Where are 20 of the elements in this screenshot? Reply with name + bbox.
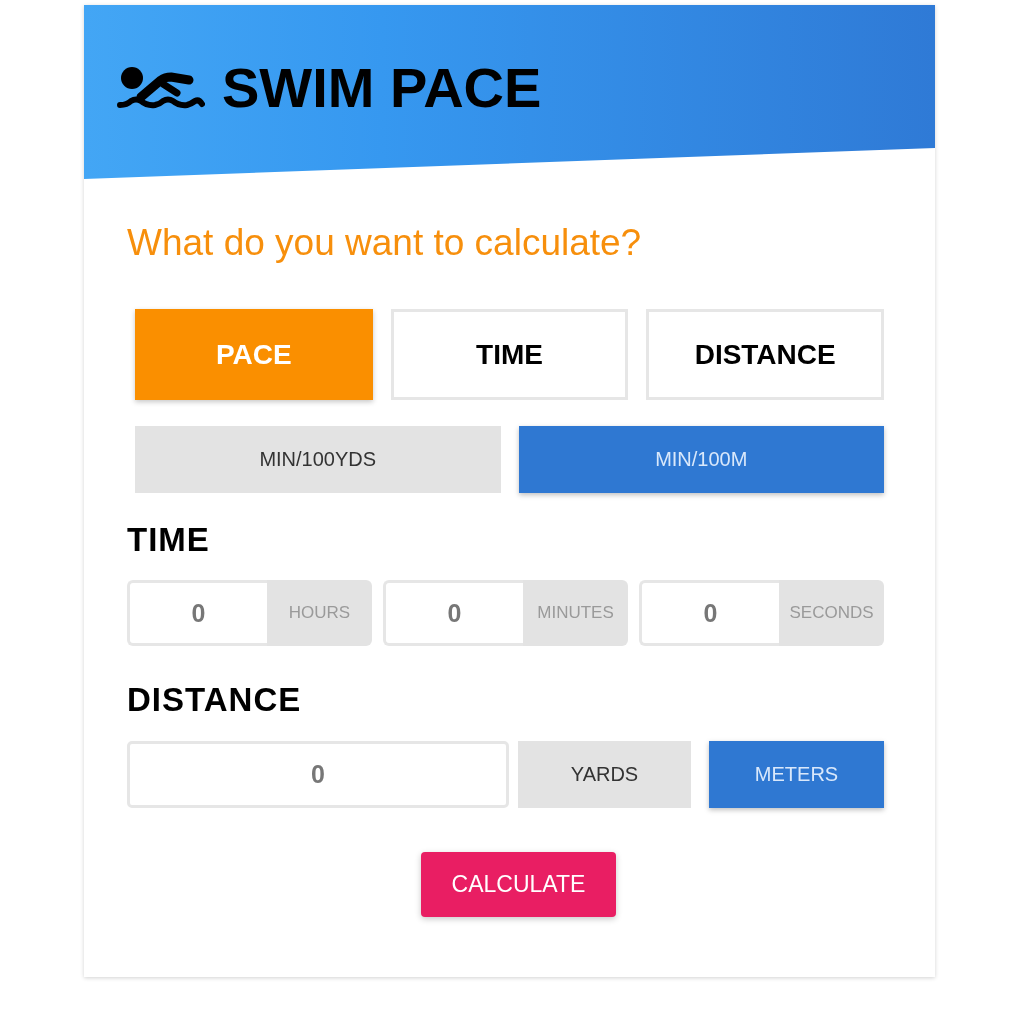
mode-tab[interactable]: DISTANCE — [646, 309, 884, 400]
swimmer-icon — [117, 65, 205, 110]
question-heading: What do you want to calculate? — [127, 221, 643, 265]
distance-input-field[interactable]: 0 — [127, 741, 509, 808]
distance-unit-button[interactable]: YARDS — [518, 741, 691, 808]
time-input-field[interactable]: 0 — [127, 580, 267, 646]
pace-unit-button[interactable]: MIN/100M — [518, 426, 884, 493]
pace-unit-button[interactable]: MIN/100YDS — [135, 426, 501, 493]
app-title: SWIM PACE — [222, 55, 542, 120]
mode-tab[interactable]: TIME — [390, 309, 629, 400]
calculate-button[interactable]: CALCULATE — [421, 852, 616, 917]
section-label: DISTANCE — [127, 680, 303, 720]
unit-label: MINUTES — [523, 580, 628, 646]
mode-tab[interactable]: PACE — [135, 309, 373, 400]
section-label: TIME — [127, 520, 211, 560]
distance-unit-button[interactable]: METERS — [709, 741, 884, 808]
time-input-field[interactable]: 0 — [383, 580, 523, 646]
unit-label: HOURS — [267, 580, 372, 646]
time-input-field[interactable]: 0 — [639, 580, 779, 646]
unit-label: SECONDS — [779, 580, 884, 646]
